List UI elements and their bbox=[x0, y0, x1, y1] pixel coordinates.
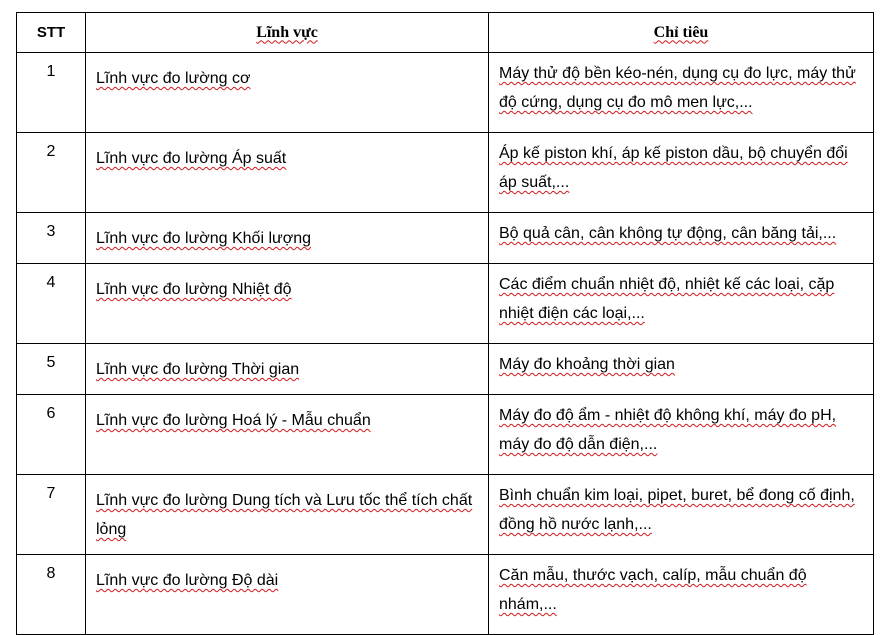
table-row: 5 Lĩnh vực đo lường Thời gian Máy đo kho… bbox=[16, 343, 874, 395]
table-row: 8 Lĩnh vực đo lường Độ dài Căn mẫu, thướ… bbox=[16, 554, 874, 635]
table-row: 3 Lĩnh vực đo lường Khối lượng Bộ quả câ… bbox=[16, 212, 874, 264]
target-text: Các điểm chuẩn nhiệt độ, nhiệt kế các lo… bbox=[499, 276, 835, 322]
field-cell: Lĩnh vực đo lường Hoá lý - Mẫu chuẩn bbox=[85, 394, 489, 475]
target-cell: Áp kế piston khí, áp kế piston dầu, bộ c… bbox=[488, 132, 874, 213]
row-number: 8 bbox=[16, 554, 86, 635]
target-text: Máy đo khoảng thời gian bbox=[499, 356, 675, 373]
target-text: Bình chuẩn kim loại, pipet, buret, bể đo… bbox=[499, 487, 855, 533]
field-cell: Lĩnh vực đo lường Độ dài bbox=[85, 554, 489, 635]
field-cell: Lĩnh vực đo lường cơ bbox=[85, 52, 489, 133]
target-cell: Máy đo khoảng thời gian bbox=[488, 343, 874, 395]
field-text: Lĩnh vực đo lường Dung tích và Lưu tốc t… bbox=[96, 492, 473, 538]
row-number: 7 bbox=[16, 474, 86, 555]
target-text: Bộ quả cân, cân không tự động, cân băng … bbox=[499, 225, 837, 242]
field-cell: Lĩnh vực đo lường Dung tích và Lưu tốc t… bbox=[85, 474, 489, 555]
field-cell: Lĩnh vực đo lường Khối lượng bbox=[85, 212, 489, 264]
field-text: Lĩnh vực đo lường Hoá lý - Mẫu chuẩn bbox=[96, 412, 371, 429]
table-row: 6 Lĩnh vực đo lường Hoá lý - Mẫu chuẩn M… bbox=[16, 394, 874, 475]
target-cell: Bộ quả cân, cân không tự động, cân băng … bbox=[488, 212, 874, 264]
target-cell: Các điểm chuẩn nhiệt độ, nhiệt kế các lo… bbox=[488, 263, 874, 344]
field-cell: Lĩnh vực đo lường Áp suất bbox=[85, 132, 489, 213]
table-row: 1 Lĩnh vực đo lường cơ Máy thử độ bền ké… bbox=[16, 52, 874, 133]
target-text: Áp kế piston khí, áp kế piston dầu, bộ c… bbox=[499, 145, 848, 191]
field-cell: Lĩnh vực đo lường Nhiệt độ bbox=[85, 263, 489, 344]
header-target-label: Chỉ tiêu bbox=[653, 23, 709, 41]
field-text: Lĩnh vực đo lường cơ bbox=[96, 70, 251, 87]
row-number: 6 bbox=[16, 394, 86, 475]
target-cell: Căn mẫu, thước vạch, calíp, mẫu chuẩn độ… bbox=[488, 554, 874, 635]
target-cell: Máy thử độ bền kéo-nén, dụng cụ đo lực, … bbox=[488, 52, 874, 133]
target-text: Căn mẫu, thước vạch, calíp, mẫu chuẩn độ… bbox=[499, 567, 807, 613]
target-text: Máy thử độ bền kéo-nén, dụng cụ đo lực, … bbox=[499, 65, 856, 111]
header-field-label: Lĩnh vực bbox=[256, 23, 318, 41]
target-cell: Bình chuẩn kim loại, pipet, buret, bể đo… bbox=[488, 474, 874, 555]
field-text: Lĩnh vực đo lường Nhiệt độ bbox=[96, 281, 292, 298]
row-number: 2 bbox=[16, 132, 86, 213]
target-text: Máy đo độ ẩm - nhiệt độ không khí, máy đ… bbox=[499, 407, 837, 453]
field-text: Lĩnh vực đo lường Khối lượng bbox=[96, 230, 312, 247]
field-text: Lĩnh vực đo lường Áp suất bbox=[96, 150, 287, 167]
metrology-table: STT Lĩnh vực Chỉ tiêu 1 Lĩnh vực đo lườn… bbox=[16, 12, 874, 635]
target-cell: Máy đo độ ẩm - nhiệt độ không khí, máy đ… bbox=[488, 394, 874, 475]
field-cell: Lĩnh vực đo lường Thời gian bbox=[85, 343, 489, 395]
field-text: Lĩnh vực đo lường Độ dài bbox=[96, 572, 279, 589]
header-field: Lĩnh vực bbox=[85, 12, 489, 53]
row-number: 4 bbox=[16, 263, 86, 344]
row-number: 5 bbox=[16, 343, 86, 395]
table-header-row: STT Lĩnh vực Chỉ tiêu bbox=[16, 12, 874, 53]
header-stt: STT bbox=[16, 12, 86, 53]
field-text: Lĩnh vực đo lường Thời gian bbox=[96, 361, 300, 378]
row-number: 1 bbox=[16, 52, 86, 133]
table-row: 7 Lĩnh vực đo lường Dung tích và Lưu tốc… bbox=[16, 474, 874, 555]
table-row: 2 Lĩnh vực đo lường Áp suất Áp kế piston… bbox=[16, 132, 874, 213]
table-row: 4 Lĩnh vực đo lường Nhiệt độ Các điểm ch… bbox=[16, 263, 874, 344]
header-target: Chỉ tiêu bbox=[488, 12, 874, 53]
row-number: 3 bbox=[16, 212, 86, 264]
